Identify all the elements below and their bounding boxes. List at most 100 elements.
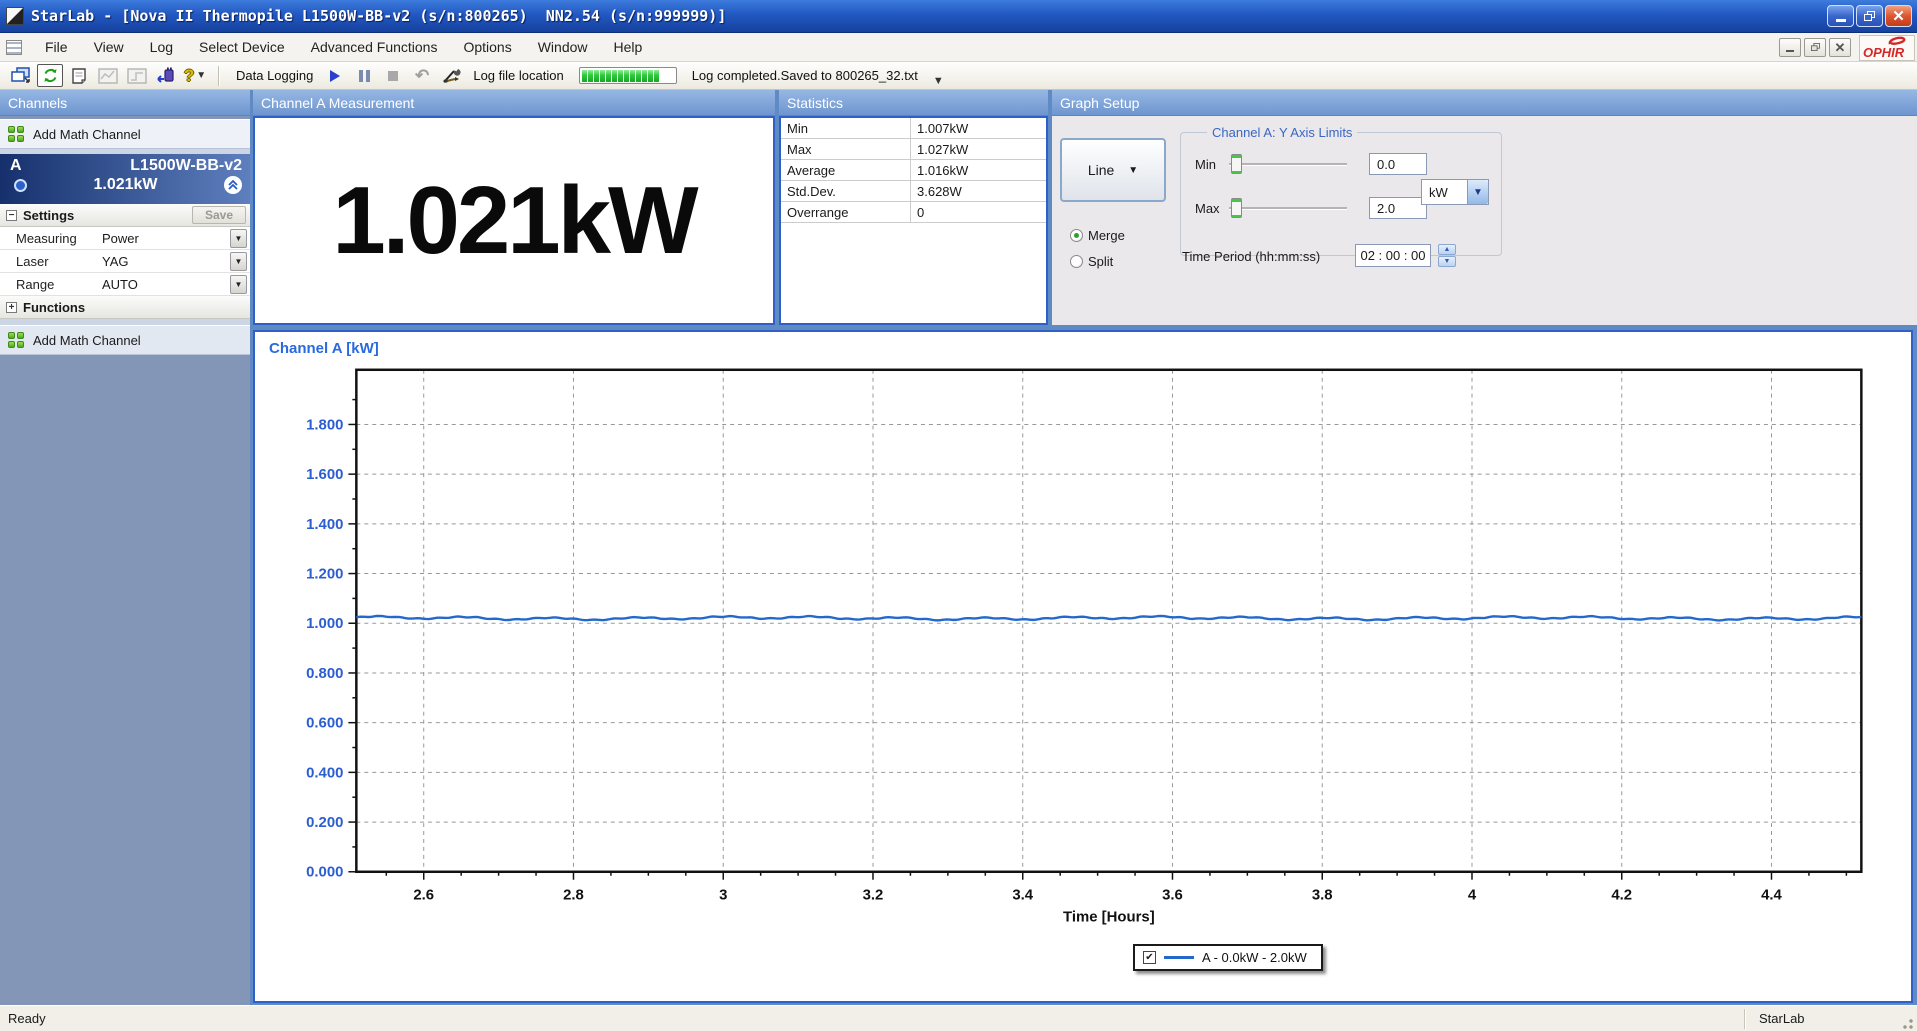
log-settings-button[interactable] — [438, 64, 464, 87]
svg-text:1.200: 1.200 — [306, 567, 343, 583]
unit-dropdown-icon[interactable]: ▼ — [1467, 180, 1488, 204]
mdi-restore-button[interactable] — [1804, 37, 1826, 57]
chart-legend: ✔ A - 0.0kW - 2.0kW — [1133, 944, 1323, 971]
graph-type-combo[interactable]: Line ▼ — [1060, 138, 1166, 202]
menu-options[interactable]: Options — [450, 36, 524, 58]
collapse-icon[interactable]: − — [6, 209, 17, 221]
stats-value: 3.628W — [917, 183, 962, 199]
collapse-channel-button[interactable] — [224, 176, 242, 194]
notes-button[interactable] — [66, 64, 92, 87]
add-math-channel-button-2[interactable]: Add Math Channel — [0, 325, 250, 355]
chart-title: Channel A [kW] — [269, 340, 379, 357]
reset-log-button[interactable]: ↷ — [409, 64, 435, 87]
progress-segment — [581, 69, 587, 82]
cascade-windows-icon — [11, 67, 30, 83]
dropdown-arrow-icon[interactable]: ▼ — [230, 228, 247, 248]
spinner-up-button[interactable]: ▲ — [1438, 244, 1456, 255]
split-radio-row[interactable]: Split — [1070, 254, 1113, 269]
menu-select-device[interactable]: Select Device — [186, 36, 298, 58]
setting-value[interactable]: AUTO — [96, 277, 230, 292]
statistics-header: Statistics — [779, 90, 1048, 116]
min-slider[interactable] — [1229, 153, 1347, 175]
split-radio[interactable] — [1070, 255, 1083, 268]
stats-label: Max — [781, 139, 911, 159]
graph-type-value: Line — [1087, 162, 1115, 178]
settings-expander[interactable]: − Settings Save — [0, 204, 250, 227]
y-min-input[interactable]: 0.0 — [1369, 153, 1427, 175]
menu-help[interactable]: Help — [601, 36, 656, 58]
svg-text:4.2: 4.2 — [1611, 888, 1632, 904]
time-period-input[interactable]: 02 : 00 : 00 — [1355, 244, 1431, 267]
mdi-minimize-button[interactable] — [1779, 37, 1801, 57]
svg-text:0.800: 0.800 — [306, 666, 343, 682]
restore-button[interactable] — [1856, 5, 1883, 27]
svg-text:1.000: 1.000 — [306, 616, 343, 632]
mdi-close-button[interactable]: ✕ — [1829, 37, 1851, 57]
graph-view-button-disabled — [95, 64, 121, 87]
svg-text:OPHIR: OPHIR — [1863, 45, 1905, 60]
graph-setup-panel: Graph Setup Line ▼ Merge Split Channel A… — [1052, 90, 1917, 325]
tools-icon — [443, 69, 461, 83]
stats-row-average: Average 1.016kW — [781, 160, 1046, 181]
pause-log-button[interactable] — [351, 64, 377, 87]
time-period-spinner: ▲ ▼ — [1438, 244, 1456, 267]
refresh-button[interactable] — [37, 64, 63, 87]
legend-checkbox[interactable]: ✔ — [1143, 951, 1156, 964]
status-message: Ready — [8, 1011, 46, 1026]
menu-window[interactable]: Window — [525, 36, 601, 58]
merge-radio[interactable] — [1070, 229, 1083, 242]
channel-a-block[interactable]: A L1500W-BB-v2 1.021kW — [0, 154, 250, 204]
dropdown-arrow-icon[interactable]: ▼ — [230, 274, 247, 294]
mdi-minimize-icon — [1786, 50, 1794, 52]
log-file-location-label: Log file location — [473, 68, 564, 83]
menu-advanced-functions[interactable]: Advanced Functions — [298, 36, 451, 58]
settings-label: Settings — [23, 207, 75, 223]
svg-text:4.4: 4.4 — [1761, 888, 1782, 904]
spinner-down-button[interactable]: ▼ — [1438, 256, 1456, 267]
svg-text:3.2: 3.2 — [863, 888, 884, 904]
save-button[interactable]: Save — [191, 206, 246, 224]
start-log-button[interactable] — [322, 64, 348, 87]
setting-row-laser: Laser YAG ▼ — [0, 250, 250, 273]
add-math-channel-label-2: Add Math Channel — [33, 332, 141, 348]
menu-log[interactable]: Log — [137, 36, 186, 58]
refresh-icon — [44, 69, 56, 82]
functions-expander[interactable]: + Functions — [0, 296, 250, 319]
setting-row-measuring: Measuring Power ▼ — [0, 227, 250, 250]
mdi-restore-icon — [1810, 43, 1820, 51]
add-math-channel-button[interactable]: Add Math Channel — [0, 119, 250, 149]
help-button[interactable]: ? ▼ — [182, 64, 208, 87]
channel-active-radio[interactable] — [14, 178, 27, 192]
merge-radio-row[interactable]: Merge — [1070, 228, 1125, 243]
unit-select[interactable]: kW ▼ — [1421, 179, 1489, 205]
close-button[interactable]: ✕ — [1885, 5, 1912, 27]
max-slider[interactable] — [1229, 197, 1347, 219]
min-slider-track — [1229, 163, 1347, 165]
svg-text:0.000: 0.000 — [306, 865, 343, 881]
setting-value[interactable]: Power — [96, 231, 230, 246]
minimize-icon — [1835, 19, 1846, 22]
stats-value: 1.016kW — [917, 162, 969, 178]
connect-device-button[interactable] — [153, 64, 179, 87]
dropdown-arrow-icon[interactable]: ▼ — [230, 251, 247, 271]
setting-value[interactable]: YAG — [96, 254, 230, 269]
add-math-channel-icon — [8, 126, 24, 142]
title-bar: StarLab - [Nova II Thermopile L1500W-BB-… — [0, 0, 1917, 33]
menu-view[interactable]: View — [81, 36, 137, 58]
toolbar-overflow-icon[interactable]: ▼ — [933, 75, 944, 89]
toolbar: ? ▼ Data Logging ↷ Log file location Log… — [0, 62, 1917, 90]
minimize-button[interactable] — [1827, 5, 1854, 27]
channel-id: A — [10, 157, 22, 174]
resize-grip[interactable] — [1899, 1015, 1915, 1031]
expand-icon[interactable]: + — [6, 301, 17, 313]
max-slider-thumb[interactable] — [1231, 198, 1242, 218]
measurement-panel: Channel A Measurement 1.021kW — [253, 90, 775, 325]
play-icon — [330, 69, 341, 82]
min-slider-thumb[interactable] — [1231, 154, 1242, 174]
menu-file[interactable]: File — [32, 36, 81, 58]
unit-value: kW — [1429, 184, 1448, 200]
app-icon — [6, 7, 24, 25]
cascade-windows-button[interactable] — [8, 64, 34, 87]
y-max-input[interactable]: 2.0 — [1369, 197, 1427, 219]
stop-log-button[interactable] — [380, 64, 406, 87]
